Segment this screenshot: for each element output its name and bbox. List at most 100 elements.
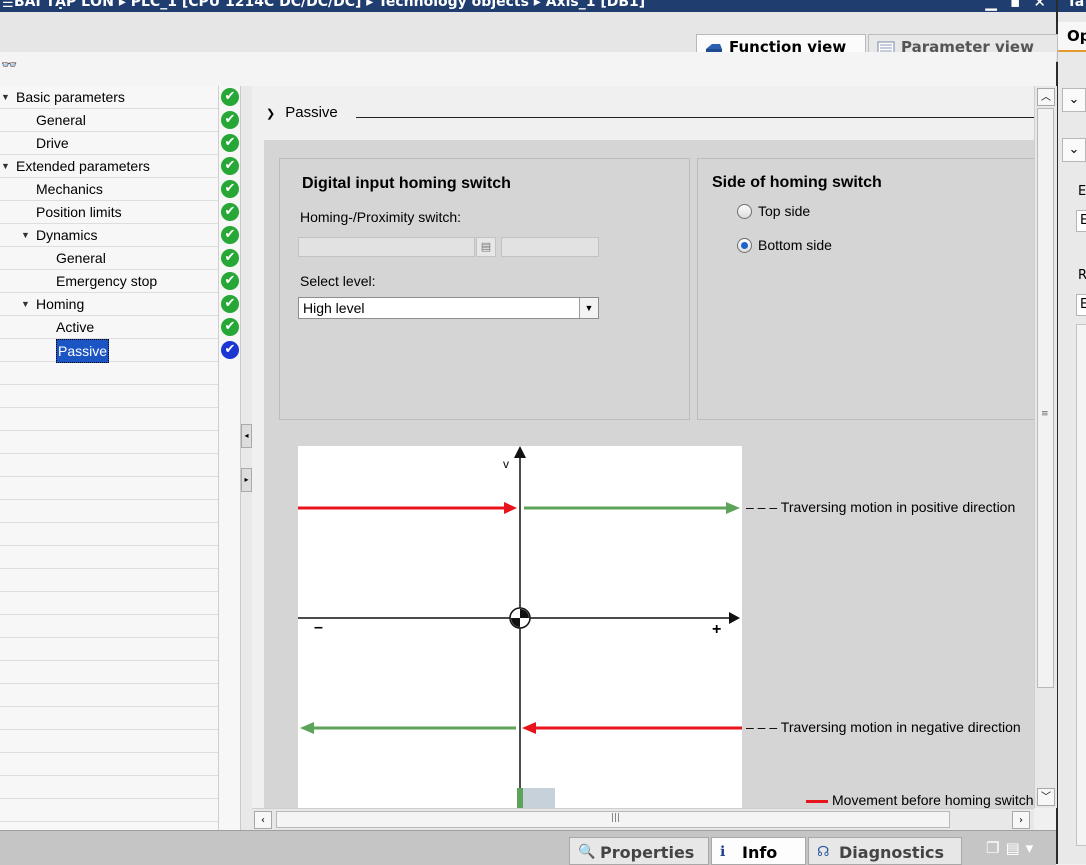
v-axis-arrow: [514, 446, 526, 458]
panel-list-box: [1076, 324, 1086, 846]
nav-item-label: Emergency stop: [56, 273, 158, 289]
radio-top-side-label[interactable]: Top side: [758, 203, 810, 219]
status-check-icon: ✔: [221, 341, 239, 359]
after-negative-arrow: [300, 722, 314, 734]
options-tab[interactable]: Op: [1058, 22, 1086, 52]
homing-diagram: v s – +: [298, 446, 750, 808]
expand-triangle-icon[interactable]: ▼: [1, 155, 10, 177]
nav-empty-row: [0, 661, 218, 684]
nav-item[interactable]: ▼ Homing: [0, 293, 218, 316]
nav-item-label: Active: [56, 319, 95, 335]
nav-item[interactable]: ▼ Extended parameters: [0, 155, 218, 178]
status-check-icon: ✔: [221, 157, 239, 175]
nav-empty-row: [0, 408, 218, 431]
navigation-tree: ▼ Basic parameters General Drive ▼ Extended p…: [0, 86, 218, 830]
panel-field-1[interactable]: E: [1076, 210, 1086, 232]
nav-empty-row: [0, 454, 218, 477]
status-check-icon: ✔: [221, 88, 239, 106]
nav-item-label: Basic parameters: [16, 89, 125, 105]
dropdown-arrow-icon[interactable]: ▼: [579, 298, 598, 318]
expand-chevron-icon[interactable]: ⌄: [1062, 88, 1086, 112]
panel-layout-icons[interactable]: ❐▤▾: [986, 839, 1039, 857]
nav-empty-row: [0, 730, 218, 753]
level-select[interactable]: High level ▼: [298, 297, 599, 319]
task-panel-title: Ta: [1067, 0, 1085, 10]
nav-item[interactable]: Drive: [0, 132, 218, 155]
nav-item[interactable]: Passive: [0, 339, 218, 363]
nav-item-label: Homing: [36, 296, 85, 312]
scroll-down-icon[interactable]: ﹀: [1037, 788, 1055, 806]
nav-item[interactable]: Mechanics: [0, 178, 218, 201]
browse-list-icon[interactable]: ▤: [476, 237, 496, 257]
expand-triangle-icon[interactable]: ▼: [1, 86, 10, 108]
nav-empty-row: [0, 523, 218, 546]
status-check-icon: ✔: [221, 226, 239, 244]
window-controls[interactable]: ▁ ▪ ✕: [985, 0, 1050, 11]
radio-bottom-side[interactable]: [737, 238, 752, 253]
collapse-left-icon[interactable]: ◂: [241, 424, 252, 448]
homing-side-panel: Side of homing switch Top side Bottom si…: [697, 158, 1034, 420]
nav-item[interactable]: General: [0, 247, 218, 270]
nav-item[interactable]: Active: [0, 316, 218, 339]
tab-info-label: Info: [742, 843, 778, 862]
diagnostics-icon: ☊: [817, 844, 830, 860]
legend-positive: – – – Traversing motion in positive dire…: [746, 499, 1016, 515]
level-select-value: High level: [303, 300, 365, 316]
nav-empty-row: [0, 707, 218, 730]
after-positive-arrow: [726, 502, 740, 514]
nav-item[interactable]: ▼ Basic parameters: [0, 86, 218, 109]
monitor-glasses-icon[interactable]: 👓: [1, 58, 17, 73]
legend-before-swatch: [806, 799, 828, 803]
nav-item[interactable]: General: [0, 109, 218, 132]
panel-field-2[interactable]: E: [1076, 294, 1086, 316]
expand-triangle-icon[interactable]: ▼: [21, 224, 30, 246]
s-axis-arrow: [729, 612, 740, 624]
scroll-left-icon[interactable]: ‹: [254, 811, 272, 829]
nav-item[interactable]: Emergency stop: [0, 270, 218, 293]
nav-empty-row: [0, 477, 218, 500]
horizontal-scroll-thumb[interactable]: |||: [276, 811, 950, 828]
main-content: ❯ Passive Digital input homing switch Hom…: [252, 86, 1034, 808]
nav-item[interactable]: ▼ Dynamics: [0, 224, 218, 247]
nav-empty-row: [0, 776, 218, 799]
expand-chevron-icon-2[interactable]: ⌄: [1062, 138, 1086, 162]
vertical-scrollbar[interactable]: ︿ ≡ ﹀: [1034, 86, 1057, 808]
nav-item-label: Position limits: [36, 204, 122, 220]
homing-switch-block: [523, 788, 555, 808]
before-positive-arrow: [504, 502, 517, 514]
right-task-panel: Ta Op ⌄ ⌄ E E R E: [1056, 0, 1086, 864]
status-check-icon: ✔: [221, 249, 239, 267]
tab-properties[interactable]: 🔍 Properties: [569, 837, 709, 865]
nav-item-label: Extended parameters: [16, 158, 150, 174]
vertical-scroll-thumb[interactable]: ≡: [1037, 108, 1054, 688]
expand-right-icon[interactable]: ▸: [241, 468, 252, 492]
nav-empty-row: [0, 362, 218, 385]
tab-info[interactable]: ℹ Info: [711, 837, 806, 865]
menu-icon[interactable]: ☰: [2, 0, 14, 11]
nav-item[interactable]: Position limits: [0, 201, 218, 224]
nav-empty-row: [0, 799, 218, 822]
radio-top-side[interactable]: [737, 204, 752, 219]
nav-item-label: Mechanics: [36, 181, 103, 197]
nav-item-label: General: [56, 250, 106, 266]
status-check-icon: ✔: [221, 203, 239, 221]
nav-item-label: Drive: [36, 135, 69, 151]
nav-empty-row: [0, 615, 218, 638]
homing-switch-input[interactable]: [298, 237, 475, 257]
minus-label: –: [314, 619, 323, 636]
status-column: ✔ ✔ ✔ ✔ ✔ ✔ ✔ ✔ ✔ ✔ ✔ ✔: [218, 86, 241, 830]
expand-triangle-icon[interactable]: ▼: [21, 293, 30, 315]
switch-edge: [517, 788, 523, 808]
radio-bottom-side-label[interactable]: Bottom side: [758, 237, 832, 253]
scroll-right-icon[interactable]: ›: [1012, 811, 1030, 829]
homing-switch-address[interactable]: [501, 237, 599, 257]
homing-mark-icon: [509, 607, 531, 629]
panel-title-digital-input: Digital input homing switch: [302, 175, 511, 192]
properties-icon: 🔍: [578, 844, 596, 860]
tab-diagnostics[interactable]: ☊ Diagnostics: [808, 837, 962, 865]
nav-item-label: Dynamics: [36, 227, 98, 243]
homing-switch-label: Homing-/Proximity switch:: [300, 209, 462, 225]
horizontal-scrollbar[interactable]: ‹ ||| ›: [252, 808, 1034, 831]
scroll-up-icon[interactable]: ︿: [1037, 88, 1055, 106]
nav-item-label: General: [36, 112, 86, 128]
